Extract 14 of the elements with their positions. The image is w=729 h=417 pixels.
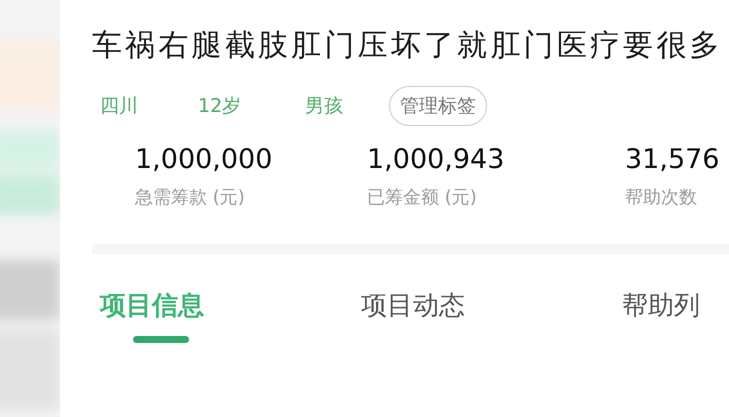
- tab-indicator: [133, 336, 189, 343]
- tab[interactable]: 帮助列: [622, 288, 700, 324]
- tag-label: 男孩: [305, 94, 344, 119]
- tag-label: 12岁: [198, 94, 242, 119]
- tab[interactable]: 项目动态: [361, 288, 465, 324]
- tag-label: 四川: [100, 94, 139, 119]
- stat-value: 1,000,943: [367, 143, 506, 177]
- stat-label: 急需筹款 (元): [135, 186, 246, 210]
- stat-label: 已筹金额 (元): [367, 186, 478, 210]
- project-title: 车祸右腿截肢肛门压坏了就肛门医疗要很多: [92, 27, 724, 65]
- stat-value: 1,000,000: [135, 143, 274, 177]
- stat-value: 31,576: [625, 143, 720, 177]
- stat-label: 帮助次数: [625, 186, 698, 210]
- manage-tags-button[interactable]: 管理标签: [389, 86, 487, 126]
